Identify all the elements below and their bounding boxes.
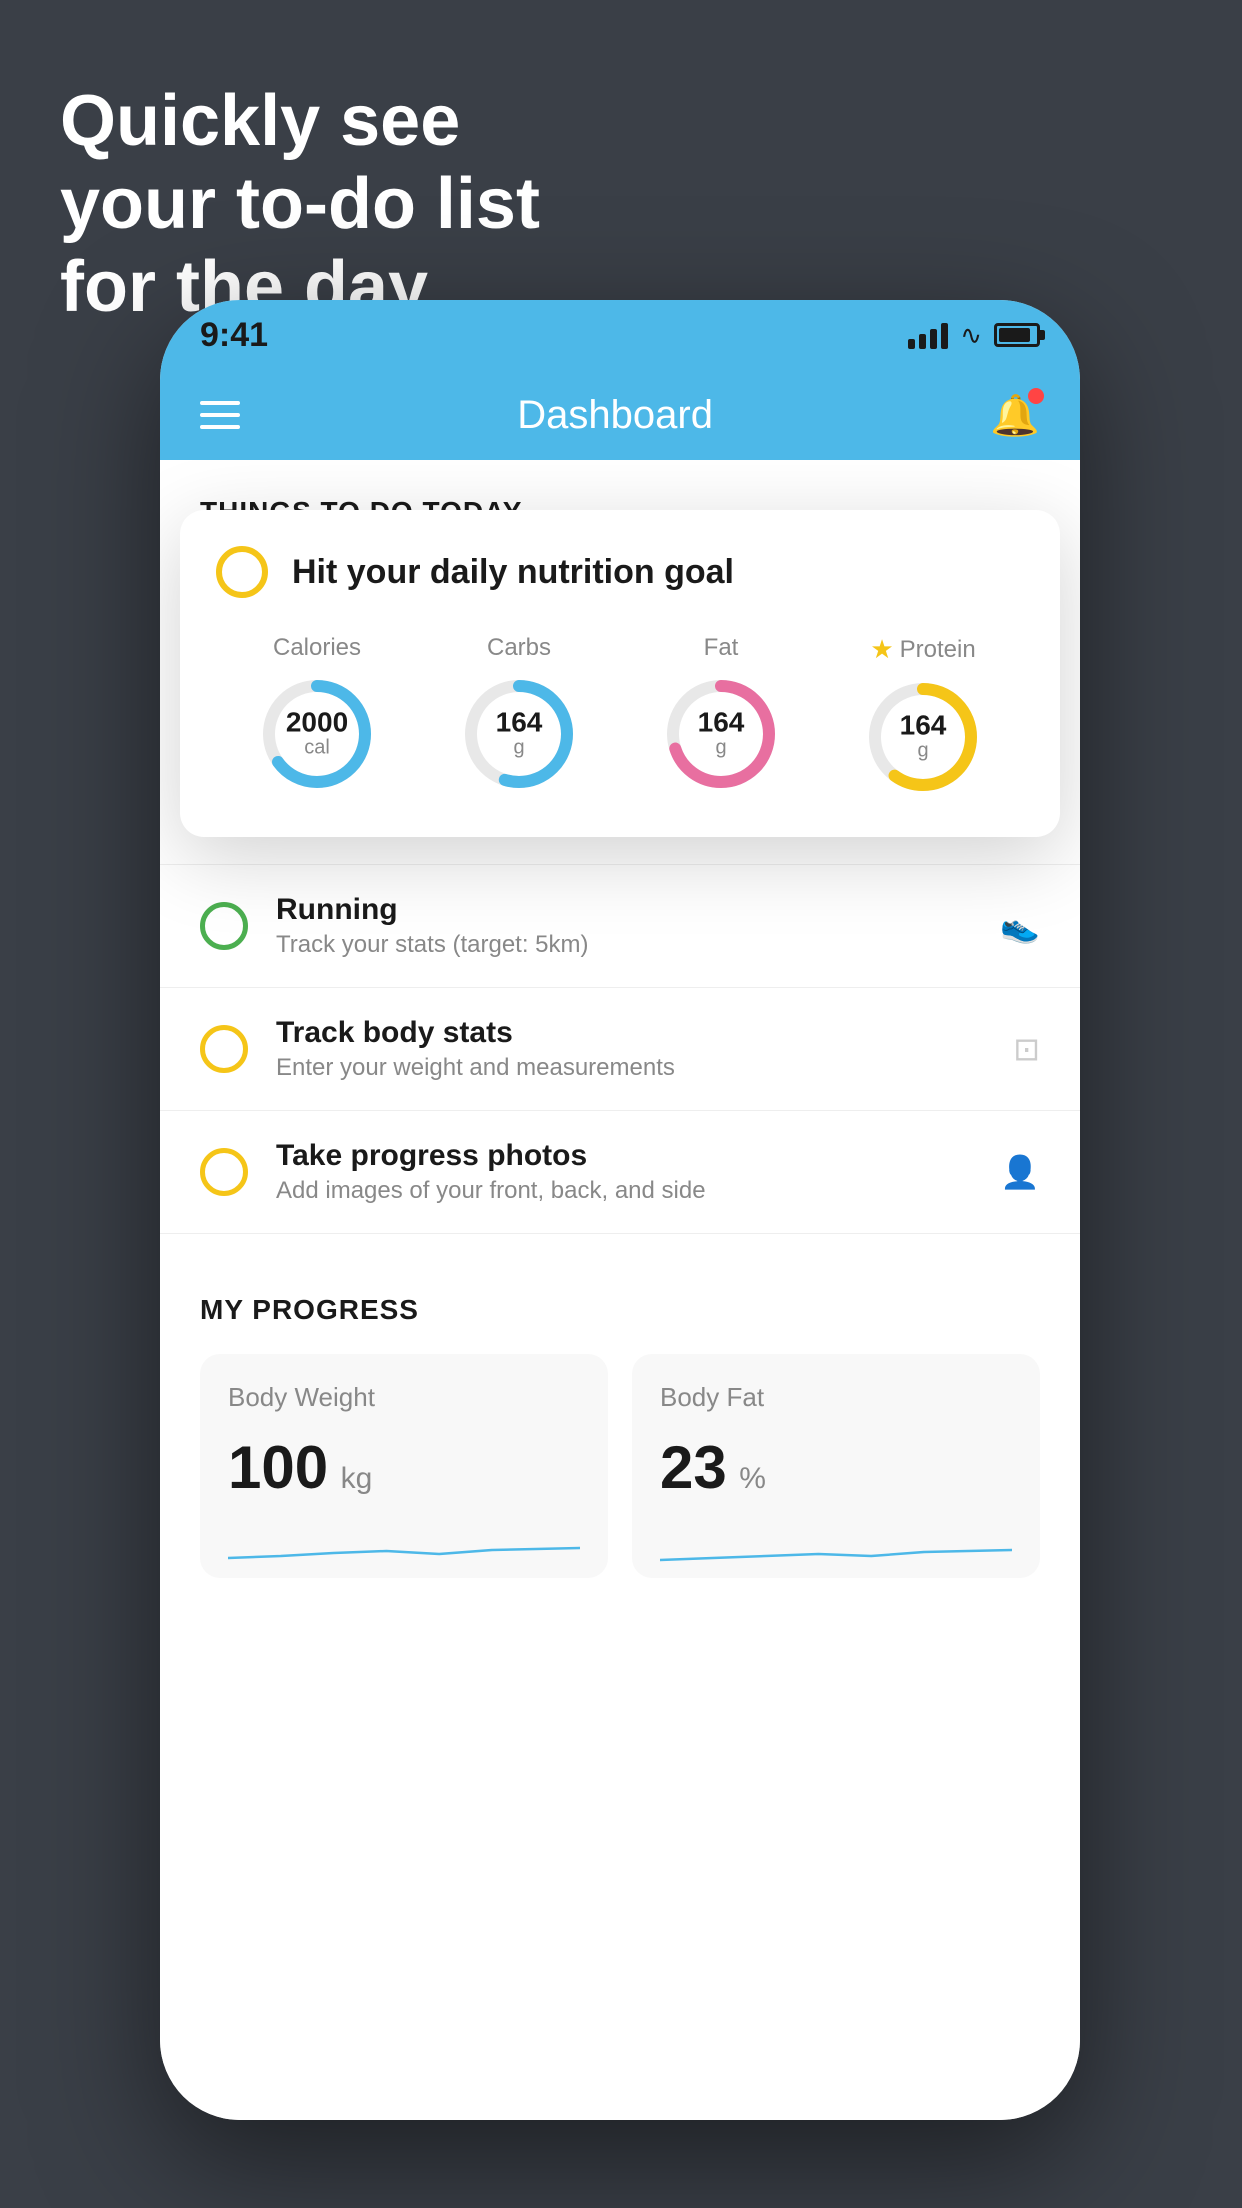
body-fat-label: Body Fat: [660, 1382, 1012, 1413]
status-icons: ∿: [908, 320, 1040, 351]
nutrition-card-title: Hit your daily nutrition goal: [216, 546, 1024, 598]
status-time: 9:41: [200, 316, 268, 355]
body-fat-unit: %: [739, 1462, 766, 1495]
running-subtitle: Track your stats (target: 5km): [276, 931, 972, 959]
running-title: Running: [276, 893, 972, 927]
photos-subtitle: Add images of your front, back, and side: [276, 1177, 972, 1205]
scale-icon: ⊡: [1013, 1030, 1040, 1068]
nutrition-card[interactable]: Hit your daily nutrition goal Calories 2…: [180, 510, 1060, 837]
running-icon: 👟: [1000, 907, 1040, 945]
body-fat-value: 23: [660, 1434, 727, 1501]
body-stats-title: Track body stats: [276, 1016, 985, 1050]
notification-bell-icon[interactable]: 🔔: [990, 392, 1040, 439]
body-weight-chart: [228, 1518, 580, 1578]
nutrition-status-circle: [216, 546, 268, 598]
hamburger-menu[interactable]: [200, 401, 240, 429]
nutrition-macros: Calories 2000 cal Carbs: [216, 634, 1024, 797]
header-title: Dashboard: [517, 393, 713, 438]
battery-icon: [994, 323, 1040, 347]
photos-title: Take progress photos: [276, 1139, 972, 1173]
body-stats-subtitle: Enter your weight and measurements: [276, 1054, 985, 1082]
macro-calories: Calories 2000 cal: [257, 634, 377, 794]
fat-label: Fat: [704, 634, 739, 662]
body-weight-card[interactable]: Body Weight 100 kg: [200, 1354, 608, 1578]
protein-label: ★ Protein: [870, 634, 975, 665]
macro-protein: ★ Protein 164 g: [863, 634, 983, 797]
body-fat-card[interactable]: Body Fat 23 %: [632, 1354, 1040, 1578]
running-status-circle: [200, 902, 248, 950]
app-header: Dashboard 🔔: [160, 370, 1080, 460]
carbs-label: Carbs: [487, 634, 551, 662]
signal-icon: [908, 321, 948, 349]
macro-fat: Fat 164 g: [661, 634, 781, 794]
wifi-icon: ∿: [960, 320, 982, 351]
nutrition-title: Hit your daily nutrition goal: [292, 553, 734, 592]
todo-item-photos[interactable]: Take progress photos Add images of your …: [160, 1111, 1080, 1234]
todo-item-running[interactable]: Running Track your stats (target: 5km) 👟: [160, 865, 1080, 988]
body-fat-chart: [660, 1518, 1012, 1578]
body-weight-value: 100: [228, 1434, 328, 1501]
fat-donut: 164 g: [661, 674, 781, 794]
calories-label: Calories: [273, 634, 361, 662]
macro-carbs: Carbs 164 g: [459, 634, 579, 794]
status-bar: 9:41 ∿: [160, 300, 1080, 370]
notification-dot: [1028, 388, 1044, 404]
app-content: THINGS TO DO TODAY Hit your daily nutrit…: [160, 460, 1080, 2120]
body-weight-unit: kg: [341, 1462, 373, 1495]
body-weight-label: Body Weight: [228, 1382, 580, 1413]
progress-cards: Body Weight 100 kg Body Fat 23: [200, 1354, 1040, 1578]
carbs-donut: 164 g: [459, 674, 579, 794]
calories-donut: 2000 cal: [257, 674, 377, 794]
progress-section: MY PROGRESS Body Weight 100 kg: [160, 1254, 1080, 1578]
star-icon: ★: [870, 634, 893, 665]
phone-shell: 9:41 ∿ Dashboard 🔔 THINGS TO DO TODAY: [160, 300, 1080, 2120]
progress-title: MY PROGRESS: [200, 1294, 1040, 1326]
todo-list: Running Track your stats (target: 5km) 👟…: [160, 864, 1080, 1234]
portrait-icon: 👤: [1000, 1153, 1040, 1191]
body-stats-status-circle: [200, 1025, 248, 1073]
protein-donut: 164 g: [863, 677, 983, 797]
headline: Quickly see your to-do list for the day.: [60, 80, 540, 328]
photos-status-circle: [200, 1148, 248, 1196]
todo-item-body-stats[interactable]: Track body stats Enter your weight and m…: [160, 988, 1080, 1111]
